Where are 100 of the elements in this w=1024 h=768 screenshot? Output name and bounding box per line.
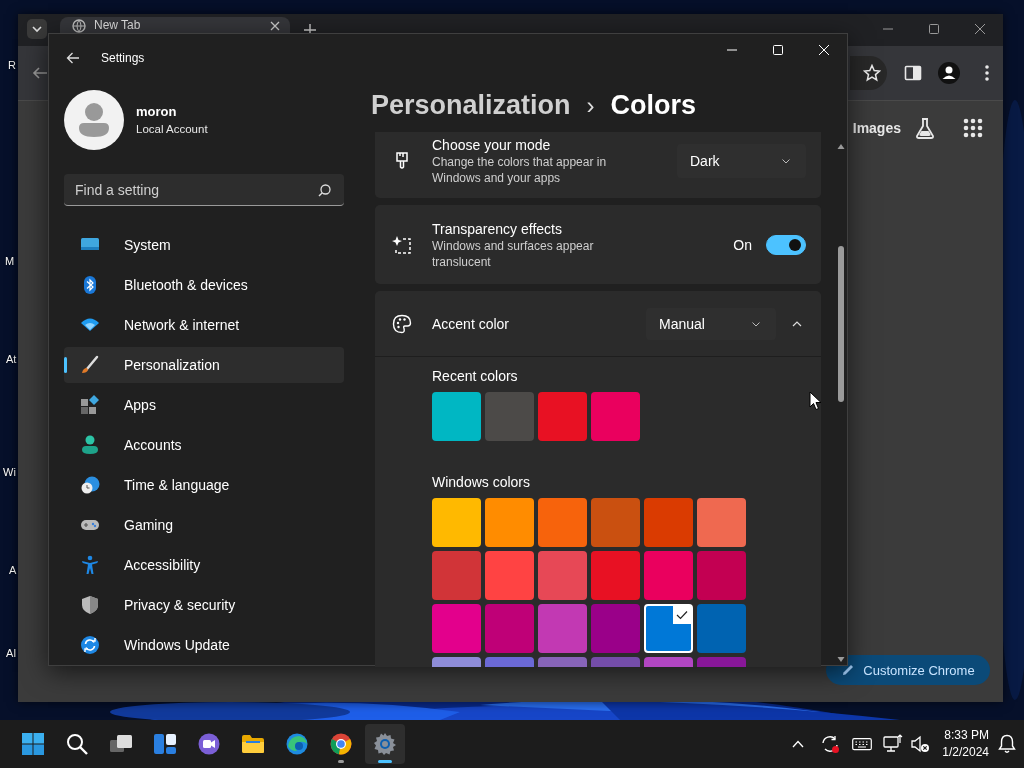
color-swatch[interactable] — [485, 551, 534, 600]
nav-item[interactable]: System — [64, 227, 344, 263]
desktop-icon-label[interactable]: R — [8, 58, 16, 72]
images-link[interactable]: Images — [852, 118, 901, 138]
sparkle-icon — [392, 234, 412, 255]
side-panel-icon[interactable] — [904, 64, 922, 82]
search-icon[interactable] — [318, 184, 331, 197]
color-swatch[interactable] — [538, 498, 587, 547]
color-swatch[interactable] — [432, 392, 481, 441]
network-icon[interactable] — [883, 734, 904, 754]
color-swatch[interactable] — [538, 392, 587, 441]
back-arrow-icon[interactable] — [32, 65, 48, 81]
color-swatch[interactable] — [432, 551, 481, 600]
desktop-icon-label[interactable]: AI — [6, 646, 17, 660]
close-icon[interactable] — [270, 20, 280, 31]
accessibility-icon — [80, 555, 100, 575]
color-swatch[interactable] — [485, 392, 534, 441]
setting-title: Transparency effects — [432, 219, 563, 238]
search-field[interactable]: Find a setting — [64, 174, 344, 206]
globe-clock-icon — [80, 475, 100, 495]
color-swatch[interactable] — [591, 498, 640, 547]
notification-bell-icon[interactable] — [998, 734, 1016, 754]
page-title: Colors — [610, 90, 697, 121]
color-swatch[interactable] — [644, 551, 693, 600]
window-title: Settings — [101, 51, 145, 65]
color-swatch[interactable] — [432, 604, 481, 653]
customize-chrome-button[interactable]: Customize Chrome — [826, 655, 990, 685]
apps-grid-icon[interactable] — [963, 118, 983, 138]
toggle-state-label: On — [733, 236, 752, 253]
profile-icon[interactable] — [938, 62, 960, 84]
toggle-switch[interactable] — [766, 234, 806, 255]
checkmark-icon — [673, 606, 691, 624]
browser-tab[interactable]: New Tab — [60, 17, 290, 33]
color-swatch[interactable] — [644, 604, 693, 653]
desktop-icon-label[interactable]: A — [9, 563, 17, 577]
flask-icon[interactable] — [914, 117, 936, 139]
setting-description: Change the colors that appear in Windows and your apps — [432, 154, 608, 186]
dropdown[interactable]: Dark — [677, 144, 806, 178]
address-bar[interactable] — [850, 56, 887, 90]
edge-icon — [285, 732, 309, 756]
color-swatch[interactable] — [591, 551, 640, 600]
color-swatch[interactable] — [432, 498, 481, 547]
browser-icon — [329, 732, 353, 756]
nav-item[interactable]: Bluetooth & devices — [64, 267, 344, 303]
color-swatch[interactable] — [538, 604, 587, 653]
pencil-icon — [841, 663, 856, 677]
brush-icon — [80, 355, 100, 375]
chat-icon — [197, 732, 221, 756]
setting-title: Accent color — [432, 314, 510, 333]
running-indicator — [378, 760, 392, 763]
clock-date[interactable]: 1/2/2024 — [942, 744, 989, 761]
folder-icon — [241, 732, 265, 756]
section-title: Recent colors — [432, 367, 519, 385]
widgets-icon — [153, 732, 177, 756]
desktop-icon-label[interactable]: At — [6, 352, 17, 366]
palette-icon — [392, 313, 412, 334]
sync-icon[interactable] — [820, 734, 841, 754]
breadcrumb-separator: › — [586, 91, 595, 120]
nav-item[interactable]: Gaming — [64, 507, 344, 543]
color-swatch[interactable] — [538, 551, 587, 600]
color-swatch[interactable] — [591, 392, 640, 441]
color-swatch[interactable] — [644, 498, 693, 547]
nav-item[interactable]: Network & internet — [64, 307, 344, 343]
tab-search-button[interactable] — [27, 19, 47, 39]
volume-muted-icon[interactable] — [910, 734, 931, 754]
account-type: Local Account — [136, 122, 208, 137]
color-swatch[interactable] — [485, 498, 534, 547]
setting-description: Windows and surfaces appear translucent — [432, 237, 595, 270]
clock-time[interactable]: 8:33 PM — [942, 727, 989, 744]
nav-item[interactable]: Accounts — [64, 427, 344, 463]
color-swatch[interactable] — [697, 498, 746, 547]
color-swatch[interactable] — [697, 551, 746, 600]
start-icon — [21, 732, 45, 756]
nav-item[interactable]: Privacy & security — [64, 587, 344, 623]
nav-item[interactable]: Time & language — [64, 467, 344, 503]
breadcrumb-link[interactable]: Personalization — [371, 90, 571, 121]
nav-item[interactable]: Accessibility — [64, 547, 344, 583]
avatar-icon[interactable] — [64, 90, 124, 150]
star-icon[interactable] — [863, 64, 881, 82]
section-title: Windows colors — [432, 473, 532, 491]
back-arrow-icon[interactable] — [66, 51, 80, 65]
globe-icon — [72, 18, 86, 33]
keyboard-icon[interactable] — [852, 737, 873, 751]
menu-icon[interactable] — [984, 64, 990, 82]
selection-indicator — [64, 357, 67, 373]
color-swatch[interactable] — [697, 604, 746, 653]
dropdown[interactable]: Manual — [646, 307, 776, 340]
taskbar-button[interactable] — [365, 724, 405, 764]
color-swatch[interactable] — [485, 604, 534, 653]
color-swatch[interactable] — [591, 604, 640, 653]
account-name: moron — [136, 103, 178, 121]
nav-item[interactable]: Windows Update — [64, 627, 344, 663]
nav-item[interactable]: Apps — [64, 387, 344, 423]
tab-title: New Tab — [94, 18, 142, 33]
running-indicator — [338, 760, 344, 763]
nav-item[interactable]: Personalization — [64, 347, 344, 383]
update-icon — [80, 635, 100, 655]
desktop-icon-label[interactable]: M — [5, 254, 15, 268]
setting-title: Choose your mode — [432, 136, 552, 154]
desktop-icon-label[interactable]: Wi — [3, 465, 16, 479]
